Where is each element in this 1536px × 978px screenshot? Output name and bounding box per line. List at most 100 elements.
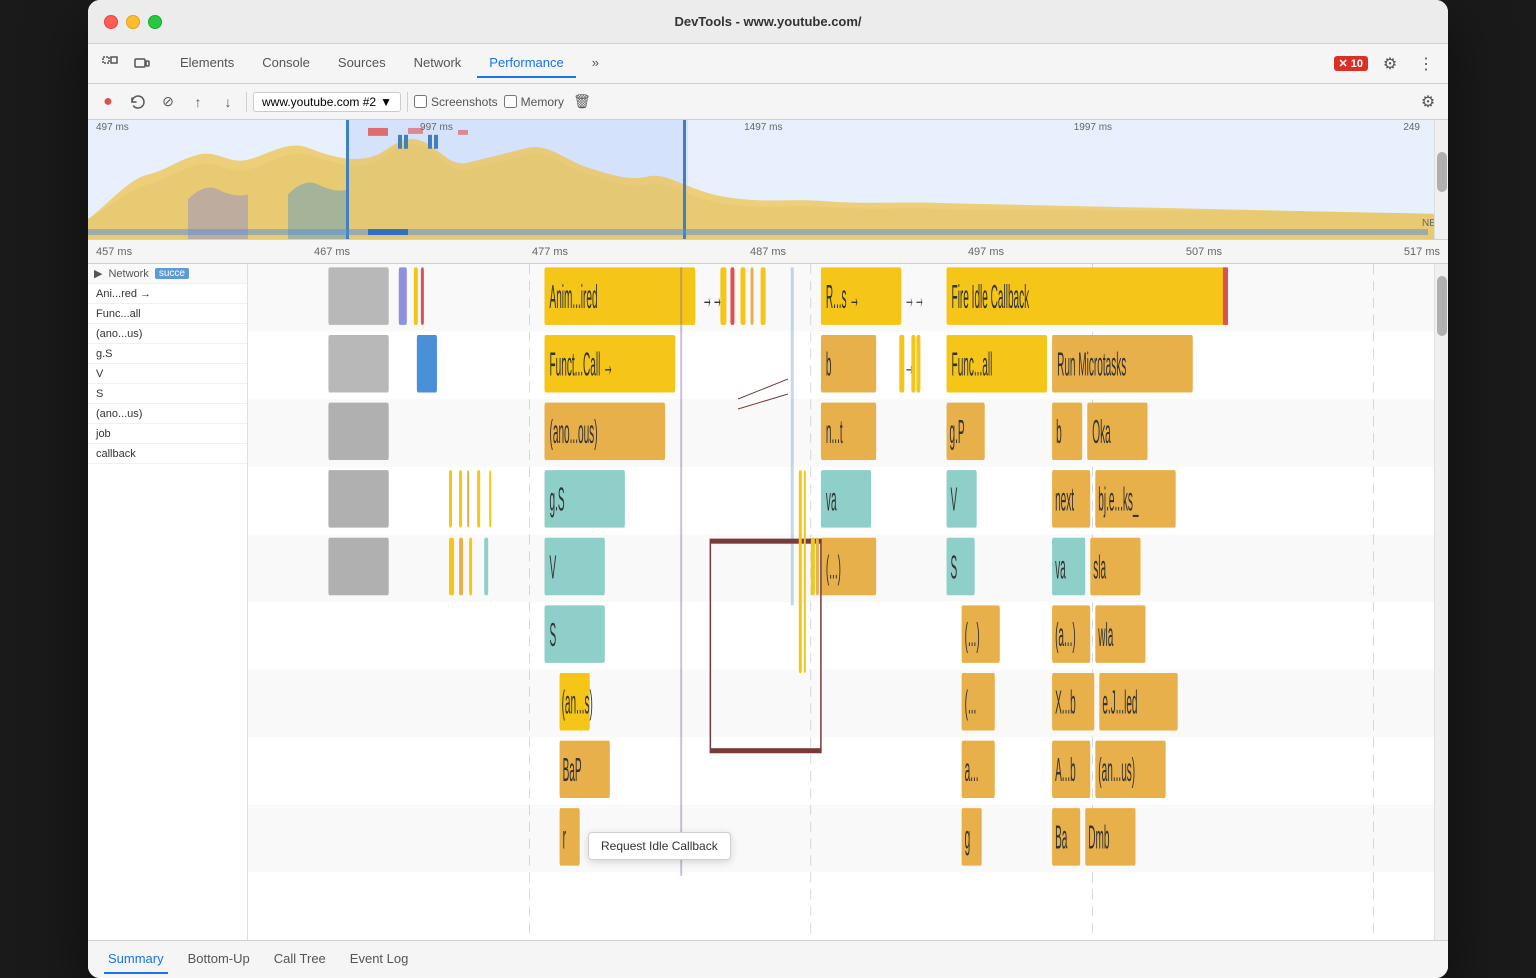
minimize-button[interactable] <box>126 15 140 29</box>
tab-bar-icons <box>96 50 156 78</box>
performance-toolbar: ● ⊘ ↑ ↓ www.youtube.com #2 ▼ Screenshots <box>88 84 1448 120</box>
title-bar: DevTools - www.youtube.com/ <box>88 0 1448 44</box>
ms-label-1: 997 ms <box>420 122 453 133</box>
tab-performance[interactable]: Performance <box>477 49 575 78</box>
svg-text:→→: →→ <box>904 278 924 316</box>
separator <box>246 92 247 112</box>
svg-text:Anim...ired: Anim...ired <box>550 278 598 316</box>
row-ano-us: (ano...us) <box>88 324 247 344</box>
svg-text:va: va <box>826 481 837 519</box>
svg-text:g: g <box>965 819 971 857</box>
flame-chart-svg[interactable]: Anim...ired →→ Funct...Call → (ano...ous… <box>248 264 1434 940</box>
row-job: job <box>88 424 247 444</box>
svg-text:va: va <box>1055 549 1066 587</box>
tab-sources[interactable]: Sources <box>326 49 398 78</box>
network-section-header[interactable]: ▶ Network succe <box>88 264 247 284</box>
ms-label-0: 497 ms <box>96 122 129 133</box>
svg-text:a...: a... <box>965 751 979 789</box>
row-callback: callback <box>88 444 247 464</box>
ruler-mark-3: 487 ms <box>750 246 786 258</box>
screenshots-label: Screenshots <box>431 95 498 109</box>
svg-text:r: r <box>563 819 566 857</box>
maximize-button[interactable] <box>148 15 162 29</box>
svg-text:(an...us): (an...us) <box>1098 751 1135 789</box>
ruler-mark-2: 477 ms <box>532 246 568 258</box>
svg-text:next: next <box>1055 481 1074 519</box>
error-x: ✕ <box>1339 57 1348 70</box>
tab-more[interactable]: » <box>580 49 611 78</box>
devtools-window: DevTools - www.youtube.com/ Ele <box>88 0 1448 978</box>
tooltip-request-idle-callback: Request Idle Callback <box>588 832 731 860</box>
ms-label-3: 1997 ms <box>1074 122 1112 133</box>
reload-record-button[interactable] <box>126 90 150 114</box>
tab-bar: Elements Console Sources Network Perform… <box>88 44 1448 84</box>
network-label: Network <box>108 268 148 280</box>
svg-text:Oka: Oka <box>1092 413 1110 451</box>
svg-text:sla: sla <box>1093 549 1106 587</box>
bottom-tab-call-tree[interactable]: Call Tree <box>270 945 330 974</box>
menu-icon[interactable]: ⋮ <box>1412 50 1440 78</box>
device-icon[interactable] <box>128 50 156 78</box>
svg-text:g.S: g.S <box>550 481 565 519</box>
download-button[interactable]: ↓ <box>216 90 240 114</box>
svg-text:V: V <box>550 549 557 587</box>
window-title: DevTools - www.youtube.com/ <box>674 14 861 29</box>
screenshots-checkbox-group[interactable]: Screenshots <box>414 95 498 109</box>
svg-text:Fire Idle Callback: Fire Idle Callback <box>952 278 1030 316</box>
url-selector[interactable]: www.youtube.com #2 ▼ <box>253 92 401 112</box>
memory-label: Memory <box>521 95 564 109</box>
ruler-mark-6: 517 ms <box>1404 246 1440 258</box>
svg-text:Run Microtasks: Run Microtasks <box>1057 346 1126 384</box>
svg-text:Dmb: Dmb <box>1088 819 1109 857</box>
svg-text:b: b <box>826 346 832 384</box>
scrollbar-thumb[interactable] <box>1437 276 1447 336</box>
svg-text:Ba: Ba <box>1055 819 1067 857</box>
inspect-icon[interactable] <box>96 50 124 78</box>
row-gs: g.S <box>88 344 247 364</box>
scrollbar-overview[interactable] <box>1434 120 1448 239</box>
settings-icon[interactable]: ⚙ <box>1376 50 1404 78</box>
upload-button[interactable]: ↑ <box>186 90 210 114</box>
svg-text:(an...s): (an...s) <box>562 684 593 722</box>
perf-settings-icon[interactable]: ⚙ <box>1416 90 1440 114</box>
timeline-overview[interactable]: 497 ms 997 ms 1497 ms 1997 ms 249 <box>88 120 1448 240</box>
svg-text:(...): (...) <box>965 616 980 654</box>
close-button[interactable] <box>104 15 118 29</box>
flame-chart-main[interactable]: Anim...ired →→ Funct...Call → (ano...ous… <box>248 264 1434 940</box>
bottom-tab-bottom-up[interactable]: Bottom-Up <box>184 945 254 974</box>
svg-text:bj.e...ks_: bj.e...ks_ <box>1098 481 1139 519</box>
row-s: S <box>88 384 247 404</box>
memory-checkbox[interactable] <box>504 95 517 108</box>
svg-text:S: S <box>550 616 557 654</box>
tab-console[interactable]: Console <box>250 49 322 78</box>
ms-label-4: 249 <box>1403 122 1420 133</box>
time-ruler-marks: 457 ms 467 ms 477 ms 487 ms 497 ms 507 m… <box>96 246 1440 258</box>
ruler-mark-5: 507 ms <box>1186 246 1222 258</box>
vertical-scrollbar[interactable] <box>1434 264 1448 940</box>
scrollbar-thumb-overview[interactable] <box>1437 152 1447 192</box>
flame-left-panel: ▶ Network succe Ani...red → Func...all (… <box>88 264 248 940</box>
svg-text:A...b: A...b <box>1055 751 1076 789</box>
clean-icon[interactable]: 🗑 <box>570 90 594 114</box>
svg-text:R...s →: R...s → <box>826 278 859 316</box>
separator2 <box>407 92 408 112</box>
memory-checkbox-group[interactable]: Memory <box>504 95 564 109</box>
timeline-svg[interactable] <box>88 120 1448 239</box>
svg-text:S: S <box>951 549 958 587</box>
bottom-tab-summary[interactable]: Summary <box>104 945 168 974</box>
svg-text:(...: (... <box>965 684 977 722</box>
tab-elements[interactable]: Elements <box>168 49 246 78</box>
bottom-tab-event-log[interactable]: Event Log <box>346 945 413 974</box>
screenshots-checkbox[interactable] <box>414 95 427 108</box>
tooltip-text: Request Idle Callback <box>601 839 718 853</box>
svg-text:X...b: X...b <box>1055 684 1076 722</box>
svg-text:b: b <box>1056 413 1062 451</box>
record-button[interactable]: ● <box>96 90 120 114</box>
network-arrow: ▶ <box>94 267 102 280</box>
svg-text:V: V <box>951 481 958 519</box>
tab-network[interactable]: Network <box>402 49 474 78</box>
svg-text:(a...): (a...) <box>1055 616 1076 654</box>
svg-text:Func...all: Func...all <box>952 346 993 384</box>
clear-button[interactable]: ⊘ <box>156 90 180 114</box>
tab-bar-right: ✕ 10 ⚙ ⋮ <box>1334 50 1440 78</box>
